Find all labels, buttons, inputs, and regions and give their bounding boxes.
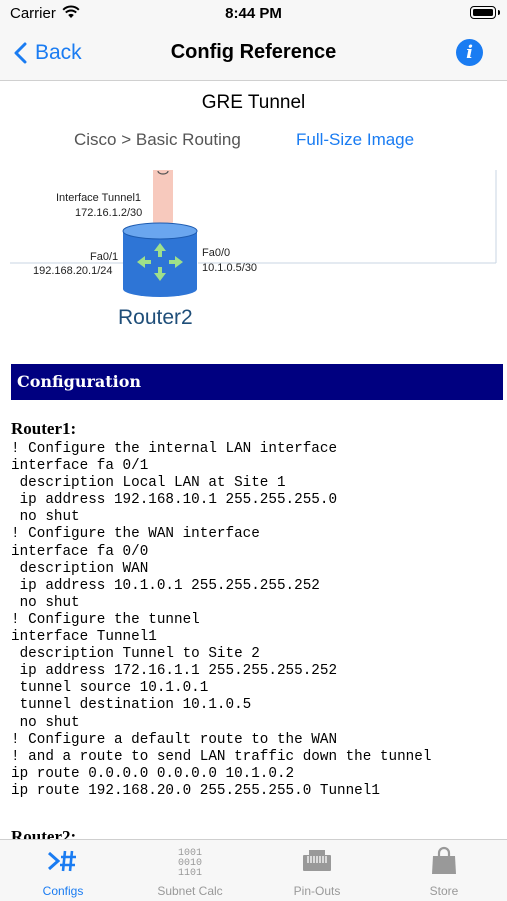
tab-configs[interactable]: Configs [0, 840, 126, 901]
config-line: description Tunnel to Site 2 [11, 646, 260, 663]
document-title: GRE Tunnel [201, 92, 306, 113]
status-bar: Carrier 8:44 PM [0, 0, 507, 28]
tab-bar: Configs 1001 0010 1101 Subnet Calc Pin-O… [0, 839, 507, 901]
config-line: ! and a route to send LAN traffic down t… [11, 748, 432, 765]
wan-port-label: Fa0/0 [202, 247, 231, 259]
config-line: description WAN [11, 560, 149, 577]
tab-store[interactable]: Store [381, 840, 507, 901]
router1-heading: Router1: [11, 419, 77, 438]
lan-ip-label: 192.168.20.1/24 [33, 265, 113, 277]
binary-icon: 1001 0010 1101 [178, 848, 202, 876]
battery-icon [470, 6, 500, 19]
tab-pin-outs-label: Pin-Outs [293, 884, 341, 898]
config-line: interface fa 0/1 [11, 458, 149, 475]
config-line: ! Configure the internal LAN interface [11, 441, 338, 457]
navigation-bar: Back Config Reference i [0, 28, 507, 81]
config-line: tunnel destination 10.1.0.5 [11, 697, 252, 714]
router-name-label: Router2 [118, 306, 193, 329]
config-line: ip address 10.1.0.1 255.255.255.252 [11, 577, 320, 594]
clock: 8:44 PM [225, 5, 282, 22]
tab-pin-outs[interactable]: Pin-Outs [254, 840, 380, 901]
bag-icon [432, 846, 456, 874]
config-line: no shut [11, 714, 80, 731]
config-line: description Local LAN at Site 1 [11, 475, 286, 492]
tunnel-interface-label: Interface Tunnel1 [56, 192, 142, 204]
tunnel-pipe [153, 170, 173, 225]
config-line: ip address 172.16.1.1 255.255.255.252 [11, 663, 338, 680]
config-line: ip route 192.168.20.0 255.255.255.0 Tunn… [11, 782, 380, 799]
tab-subnet-calc-label: Subnet Calc [157, 884, 223, 898]
config-line: ! Configure a default route to the WAN [11, 731, 338, 748]
config-line: no shut [11, 509, 80, 526]
breadcrumb: Cisco > Basic Routing [74, 130, 241, 149]
config-line: ! Configure the tunnel [11, 611, 200, 628]
configuration-header: Configuration [11, 364, 503, 400]
connector-icon [303, 850, 331, 871]
config-line: ! Configure the WAN interface [11, 526, 260, 543]
svg-text:1101: 1101 [178, 868, 202, 876]
config-line: ip address 192.168.10.1 255.255.255.0 [11, 492, 338, 509]
full-size-image-link[interactable]: Full-Size Image [296, 130, 414, 150]
router-icon [122, 222, 198, 297]
page-title: Config Reference [170, 41, 337, 63]
config-line: tunnel source 10.1.0.1 [11, 680, 209, 697]
config-line: no shut [11, 594, 80, 611]
info-icon: i [466, 42, 473, 63]
configs-icon [48, 850, 76, 872]
tab-configs-label: Configs [42, 884, 84, 898]
tunnel-ip-label: 172.16.1.2/30 [75, 207, 143, 219]
lan-port-label: Fa0/1 [90, 251, 119, 263]
config-line: ip route 0.0.0.0 0.0.0.0 10.1.0.2 [11, 765, 295, 782]
router1-config-code: ! Configure the internal LAN interface in… [11, 441, 431, 800]
info-button[interactable]: i [456, 39, 483, 66]
config-line: interface Tunnel1 [11, 629, 157, 646]
config-line: interface fa 0/0 [11, 543, 149, 560]
wan-ip-label: 10.1.0.5/30 [202, 262, 258, 274]
tab-subnet-calc[interactable]: 1001 0010 1101 Subnet Calc [127, 840, 253, 901]
tab-store-label: Store [429, 884, 459, 898]
